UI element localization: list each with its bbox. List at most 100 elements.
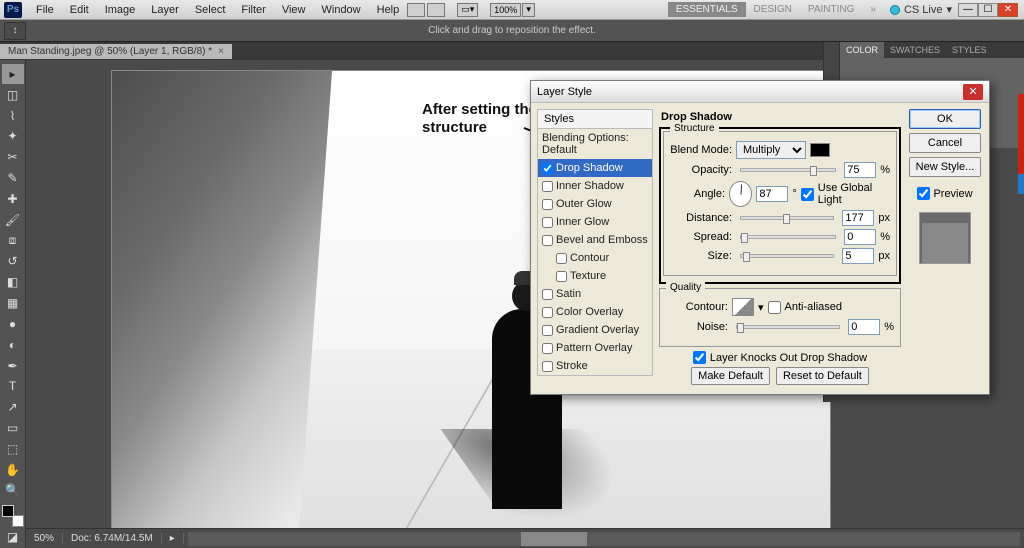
spread-input[interactable] [844, 229, 876, 245]
style-checkbox[interactable] [542, 163, 553, 174]
style-item-5[interactable]: Bevel and Emboss [538, 231, 652, 249]
style-item-12[interactable]: Stroke [538, 357, 652, 375]
style-item-7[interactable]: Texture [538, 267, 652, 285]
style-checkbox[interactable] [556, 253, 567, 264]
lasso-tool[interactable]: ⌇ [2, 106, 24, 126]
menu-select[interactable]: Select [187, 4, 234, 16]
menu-filter[interactable]: Filter [233, 4, 273, 16]
style-item-11[interactable]: Pattern Overlay [538, 339, 652, 357]
path-tool[interactable]: ↗ [2, 397, 24, 417]
minimize-button[interactable]: — [958, 3, 978, 17]
3d-tool[interactable]: ⬚ [2, 439, 24, 459]
gradient-tool[interactable]: ▦ [2, 293, 24, 313]
close-button[interactable]: ✕ [998, 3, 1018, 17]
workspace-painting[interactable]: PAINTING [800, 2, 862, 17]
style-item-1[interactable]: Drop Shadow [538, 159, 652, 177]
angle-input[interactable] [756, 186, 788, 202]
style-checkbox[interactable] [556, 271, 567, 282]
contour-picker[interactable] [732, 298, 754, 316]
history-brush-tool[interactable]: ↺ [2, 251, 24, 271]
blend-mode-select[interactable]: Multiply [736, 141, 806, 159]
style-item-8[interactable]: Satin [538, 285, 652, 303]
antialiased-checkbox[interactable] [768, 301, 781, 314]
menu-image[interactable]: Image [97, 4, 144, 16]
color-swatches[interactable] [2, 505, 24, 527]
style-item-10[interactable]: Gradient Overlay [538, 321, 652, 339]
style-checkbox[interactable] [542, 361, 553, 372]
h-scrollbar[interactable] [188, 532, 1020, 546]
shadow-color-swatch[interactable] [810, 143, 830, 157]
panel-tab-color[interactable]: COLOR [840, 42, 884, 58]
new-style-button[interactable]: New Style... [909, 157, 981, 177]
noise-slider[interactable] [736, 325, 840, 329]
brush-tool[interactable]: 🖌 [2, 210, 24, 230]
fg-color[interactable] [2, 505, 14, 517]
status-zoom[interactable]: 50% [26, 533, 63, 544]
stamp-tool[interactable]: ⧈ [2, 231, 24, 251]
menu-file[interactable]: File [28, 4, 62, 16]
eyedropper-tool[interactable]: ✎ [2, 168, 24, 188]
reset-default-button[interactable]: Reset to Default [776, 367, 869, 385]
bridge-icon[interactable] [407, 3, 425, 17]
zoom-tool[interactable]: 🔍 [2, 481, 24, 501]
noise-input[interactable] [848, 319, 880, 335]
zoom-level[interactable]: 100%▾ [490, 3, 535, 17]
cs-live[interactable]: CS Live ▾ [890, 3, 952, 16]
distance-slider[interactable] [740, 216, 834, 220]
crop-tool[interactable]: ✂ [2, 147, 24, 167]
screen-mode[interactable]: ▭▾ [457, 3, 478, 17]
size-input[interactable] [842, 248, 874, 264]
style-checkbox[interactable] [542, 307, 553, 318]
move-tool[interactable]: ▸ [2, 64, 24, 84]
shape-tool[interactable]: ▭ [2, 418, 24, 438]
dialog-titlebar[interactable]: Layer Style ✕ [531, 81, 989, 103]
panel-tab-swatches[interactable]: SWATCHES [884, 42, 946, 58]
menu-view[interactable]: View [274, 4, 314, 16]
opacity-slider[interactable] [740, 168, 836, 172]
panel-tab-styles[interactable]: STYLES [946, 42, 993, 58]
style-checkbox[interactable] [542, 181, 553, 192]
workspace-design[interactable]: DESIGN [746, 2, 800, 17]
wand-tool[interactable]: ✦ [2, 126, 24, 146]
opacity-input[interactable] [844, 162, 876, 178]
distance-input[interactable] [842, 210, 874, 226]
style-item-3[interactable]: Outer Glow [538, 195, 652, 213]
document-tab[interactable]: Man Standing.jpeg @ 50% (Layer 1, RGB/8)… [0, 44, 232, 59]
quickmask-tool[interactable]: ◪ [2, 527, 24, 547]
size-slider[interactable] [740, 254, 834, 258]
style-checkbox[interactable] [542, 289, 553, 300]
knockout-checkbox[interactable] [693, 351, 706, 364]
style-checkbox[interactable] [542, 325, 553, 336]
close-tab-icon[interactable]: × [218, 46, 224, 57]
status-arrow[interactable]: ▸ [162, 533, 184, 544]
scrollbar-thumb[interactable] [521, 532, 588, 546]
pen-tool[interactable]: ✒ [2, 356, 24, 376]
style-item-6[interactable]: Contour [538, 249, 652, 267]
make-default-button[interactable]: Make Default [691, 367, 770, 385]
spread-slider[interactable] [740, 235, 836, 239]
menu-edit[interactable]: Edit [62, 4, 97, 16]
workspace-more[interactable]: » [862, 2, 884, 17]
global-light-checkbox[interactable] [801, 188, 814, 201]
type-tool[interactable]: T [2, 376, 24, 396]
angle-dial[interactable] [729, 181, 752, 207]
menu-window[interactable]: Window [314, 4, 369, 16]
marquee-tool[interactable]: ◫ [2, 85, 24, 105]
ok-button[interactable]: OK [909, 109, 981, 129]
style-checkbox[interactable] [542, 199, 553, 210]
style-checkbox[interactable] [542, 217, 553, 228]
eraser-tool[interactable]: ◧ [2, 272, 24, 292]
cancel-button[interactable]: Cancel [909, 133, 981, 153]
mini-bridge-icon[interactable] [427, 3, 445, 17]
style-item-2[interactable]: Inner Shadow [538, 177, 652, 195]
menu-help[interactable]: Help [369, 4, 408, 16]
style-checkbox[interactable] [542, 343, 553, 354]
heal-tool[interactable]: ✚ [2, 189, 24, 209]
preview-checkbox[interactable] [917, 187, 930, 200]
workspace-essentials[interactable]: ESSENTIALS [668, 2, 746, 17]
style-item-4[interactable]: Inner Glow [538, 213, 652, 231]
style-checkbox[interactable] [542, 235, 553, 246]
hand-tool[interactable]: ✋ [2, 460, 24, 480]
blur-tool[interactable]: ● [2, 314, 24, 334]
style-item-9[interactable]: Color Overlay [538, 303, 652, 321]
